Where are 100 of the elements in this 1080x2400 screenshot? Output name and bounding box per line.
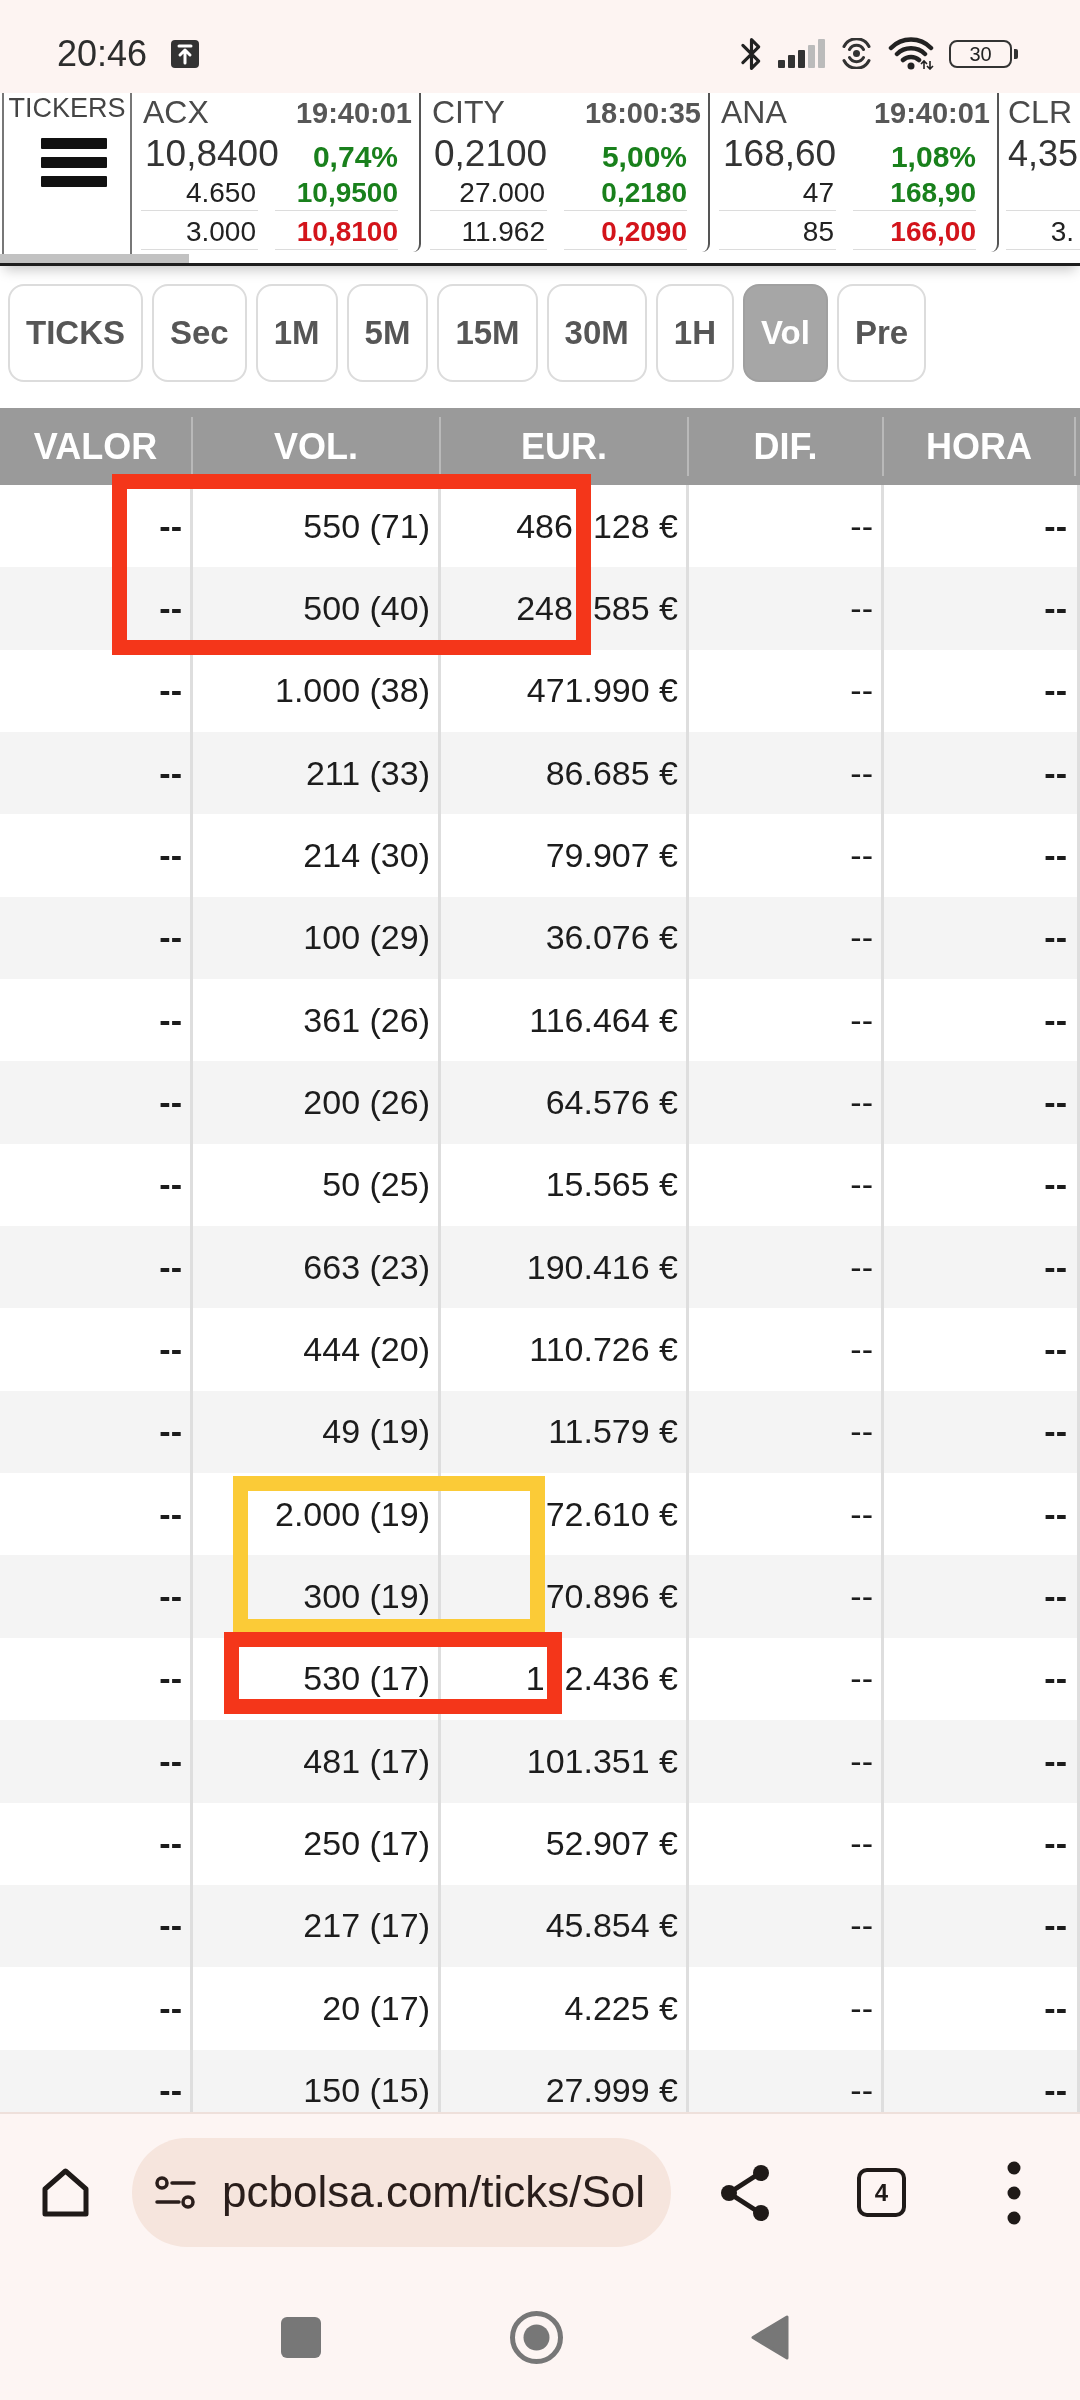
table-cell: -- [689, 567, 884, 650]
tab-switcher-button[interactable]: 4 [857, 2168, 906, 2217]
table-cell: 101.351 € [441, 1720, 689, 1803]
back-icon[interactable] [751, 2314, 789, 2360]
cell-text: 1 [525, 1659, 545, 1699]
table-cell: 49 (19) [193, 1390, 441, 1474]
table-cell: 64.576 € [441, 1061, 689, 1144]
wifi-icon [888, 37, 934, 70]
ticker-card[interactable]: CITY 18:00:35 0,2100 5,00% 27.000 0,2180 11.962 0,2090 [421, 93, 710, 252]
table-cell: -- [884, 1555, 1080, 1638]
table-cell: -- [0, 896, 193, 980]
table-cell: -- [884, 1226, 1080, 1309]
table-cell: -- [689, 1555, 884, 1638]
cell-text: 585 € [592, 588, 678, 629]
table-cell: -- [884, 1061, 1080, 1144]
interval-button[interactable]: 15M [437, 284, 538, 382]
interval-button[interactable]: 5M [346, 284, 429, 382]
interval-button[interactable]: Pre [836, 284, 927, 382]
column-header: EUR. [441, 417, 689, 476]
more-menu-icon[interactable] [1007, 2160, 1021, 2225]
share-icon[interactable] [720, 2164, 770, 2221]
quote-volume: 47 [802, 179, 834, 207]
quote-price: 0,2090 [601, 218, 687, 246]
table-cell: -- [689, 2049, 884, 2112]
quote-volume: 11.962 [461, 218, 545, 246]
table-cell: 150 (15) [193, 2049, 441, 2112]
table-cell: -- [0, 2049, 193, 2112]
ticker-change: 5,00% [601, 142, 687, 172]
circle-nav-icon[interactable] [510, 2310, 563, 2364]
quote-volume: 4.650 [185, 179, 256, 207]
column-header: VOL. [193, 417, 441, 476]
table-cell: -- [0, 1720, 193, 1803]
table-cell: 663 (23) [193, 1226, 441, 1309]
interval-button[interactable]: 1H [655, 284, 734, 382]
table-cell: 190.416 € [441, 1226, 689, 1309]
table-cell: -- [884, 567, 1080, 650]
quote-price: 166,00 [890, 218, 976, 246]
square-nav-icon[interactable] [281, 2316, 321, 2358]
ticker-time: 18:00:35 [584, 99, 701, 128]
table-cell: 217 (17) [193, 1884, 441, 1968]
menu-icon[interactable] [41, 138, 107, 187]
quote-price: 168,90 [890, 179, 976, 207]
cell-text: 128 € [592, 506, 678, 546]
interval-button[interactable]: TICKS [8, 284, 143, 382]
clock-time: 20:46 [57, 35, 148, 72]
table-cell: -- [0, 1390, 193, 1474]
table-cell: 36.076 € [441, 896, 689, 980]
ticker-time: 19:40:01 [295, 99, 412, 128]
battery-percent: 30 [969, 43, 992, 64]
table-cell: -- [0, 1226, 193, 1309]
table-cell: -- [884, 1390, 1080, 1474]
interval-button[interactable]: Sec [152, 284, 247, 382]
ticker-symbol: ACX [142, 96, 209, 128]
ticker-change: 1,08% [890, 142, 976, 172]
ticker-price: 0,2100 [434, 135, 548, 172]
ticker-price: 10,8400 [145, 135, 279, 172]
interval-button[interactable]: 30M [546, 284, 647, 382]
table-cell: -- [0, 732, 193, 815]
ticker-card[interactable]: CLR 4,35 3. [999, 93, 1080, 252]
hotspot-icon [840, 38, 873, 69]
table-cell: -- [689, 896, 884, 980]
scrollbar-thumb[interactable] [0, 254, 189, 263]
quote-price: 10,8100 [296, 218, 398, 246]
quote-volume: 85 [802, 218, 834, 246]
cell-text: 248 [516, 588, 573, 629]
column-header: HORA [884, 417, 1076, 476]
table-cell: -- [884, 1720, 1080, 1803]
quote-price: 10,9500 [296, 179, 398, 207]
table-cell: 45.854 € [441, 1884, 689, 1968]
table-cell: -- [689, 1061, 884, 1144]
ticker-card[interactable]: ACX 19:40:01 10,8400 0,74% 4.650 10,9500 3.000 10,8100 [132, 93, 421, 252]
table-cell: 11.579 € [441, 1390, 689, 1474]
table-cell: -- [689, 1390, 884, 1474]
cell-text: 486 [516, 506, 573, 546]
upload-icon [171, 39, 200, 68]
table-cell: 27.999 € [441, 2049, 689, 2112]
ticker-time: 19:40:01 [873, 99, 990, 128]
table-cell: 100 (29) [193, 896, 441, 980]
ticker-price: 4,35 [1008, 136, 1079, 172]
quote-price: 0,2180 [601, 179, 687, 207]
table-cell: -- [884, 2049, 1080, 2112]
table-cell: -- [689, 732, 884, 815]
quote-volume: 27.000 [459, 179, 545, 207]
ticker-card[interactable]: ANA 19:40:01 168,60 1,08% 47 168,90 85 166,00 [710, 93, 999, 252]
table-cell: 481 (17) [193, 1720, 441, 1803]
table-cell: 200 (26) [193, 1061, 441, 1144]
table-cell: 211 (33) [193, 732, 441, 815]
sliders-icon[interactable] [155, 2176, 196, 2209]
home-icon[interactable] [41, 2167, 90, 2218]
table-cell: -- [884, 732, 1080, 815]
table-cell: -- [0, 1884, 193, 1968]
interval-button[interactable]: 1M [255, 284, 338, 382]
table-cell: -- [689, 1720, 884, 1803]
table-cell: -- [884, 896, 1080, 980]
address-bar[interactable]: pcbolsa.com/ticks/Sol [132, 2138, 671, 2247]
tickers-label: TICKERS [7, 95, 127, 122]
table-cell: -- [0, 1555, 193, 1638]
ticker-symbol: CLR [1007, 96, 1072, 128]
ticker-symbol: CITY [431, 96, 505, 128]
quote-volume: 3.000 [185, 218, 256, 246]
